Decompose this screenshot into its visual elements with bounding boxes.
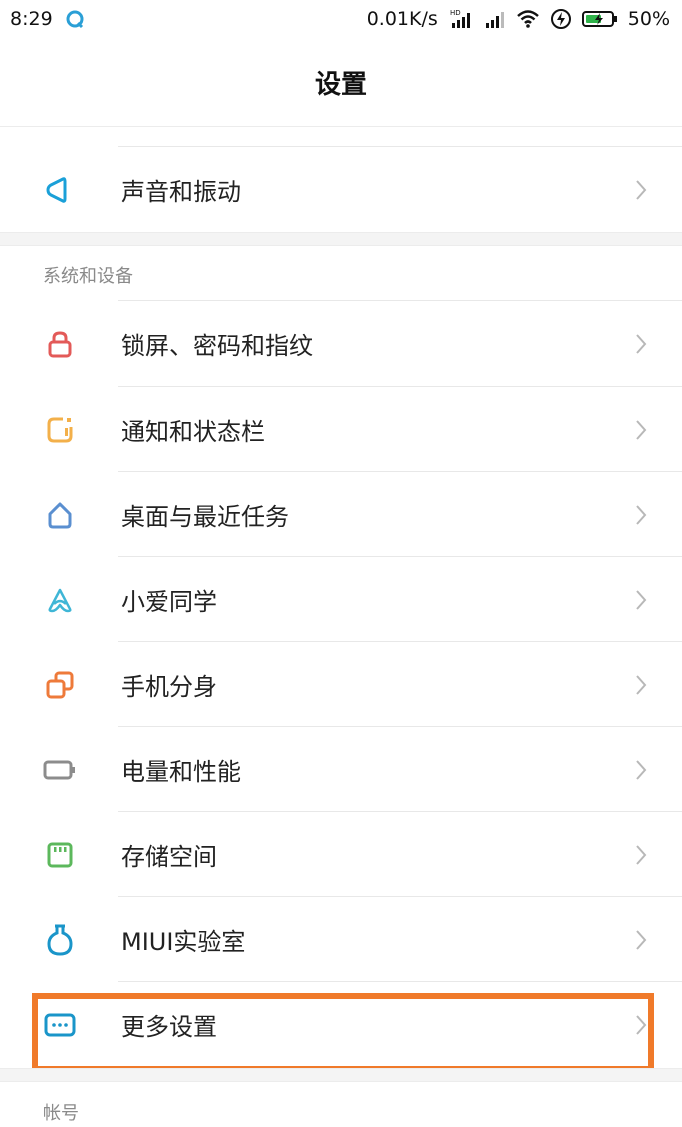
lab-icon xyxy=(43,923,77,957)
more-icon xyxy=(43,1008,77,1042)
settings-item-xiaoai[interactable]: 小爱同学 xyxy=(0,557,682,642)
signal-icon xyxy=(484,9,506,29)
settings-item-miui-lab[interactable]: MIUI实验室 xyxy=(0,897,682,982)
chevron-right-icon xyxy=(630,179,652,201)
settings-item-notifications[interactable]: 通知和状态栏 xyxy=(0,387,682,472)
status-bar: 8:29 0.01K/s HD 50% xyxy=(0,0,682,38)
settings-item-label: 电量和性能 xyxy=(121,758,241,786)
storage-icon xyxy=(43,838,77,872)
section-header-system: 系统和设备 xyxy=(43,266,133,287)
svg-text:HD: HD xyxy=(450,9,461,17)
section-header-account: 帐号 xyxy=(43,1103,79,1124)
settings-item-label: 锁屏、密码和指纹 xyxy=(121,332,313,360)
settings-item-label: MIUI实验室 xyxy=(121,928,246,956)
app-notification-icon xyxy=(65,9,85,29)
settings-item-label: 手机分身 xyxy=(121,673,217,701)
settings-item-label: 更多设置 xyxy=(121,1013,217,1041)
settings-item-label: 声音和振动 xyxy=(121,178,241,206)
battery-percent: 50% xyxy=(627,8,670,30)
power-save-icon xyxy=(550,8,572,30)
settings-item-label: 通知和状态栏 xyxy=(121,418,265,446)
second-space-icon xyxy=(43,668,77,702)
settings-item-second-space[interactable]: 手机分身 xyxy=(0,642,682,727)
settings-item-label: 小爱同学 xyxy=(121,588,217,616)
chevron-right-icon xyxy=(630,929,652,951)
chevron-right-icon xyxy=(630,1014,652,1036)
chevron-right-icon xyxy=(630,504,652,526)
chevron-right-icon xyxy=(630,674,652,696)
settings-item-storage[interactable]: 存储空间 xyxy=(0,812,682,897)
header: 设置 xyxy=(0,38,682,127)
notification-icon xyxy=(43,413,77,447)
settings-item-lockscreen[interactable]: 锁屏、密码和指纹 xyxy=(0,301,682,386)
settings-item-label: 桌面与最近任务 xyxy=(121,503,289,531)
chevron-right-icon xyxy=(630,759,652,781)
section-separator xyxy=(0,232,682,246)
chevron-right-icon xyxy=(630,589,652,611)
lock-icon xyxy=(43,327,77,361)
chevron-right-icon xyxy=(630,419,652,441)
section-separator xyxy=(0,1068,682,1082)
clock: 8:29 xyxy=(10,8,53,30)
wifi-icon xyxy=(516,9,540,29)
battery-status-icon xyxy=(581,9,618,29)
home-icon xyxy=(43,498,77,532)
network-speed: 0.01K/s xyxy=(366,8,438,30)
signal-hd-icon: HD xyxy=(448,8,474,30)
chevron-right-icon xyxy=(630,333,652,355)
battery-icon xyxy=(43,753,77,787)
settings-item-more-settings[interactable]: 更多设置 xyxy=(0,982,682,1067)
settings-item-label: 存储空间 xyxy=(121,843,217,871)
xiaoai-icon xyxy=(43,583,77,617)
settings-item-sound[interactable]: 声音和振动 xyxy=(0,147,682,232)
settings-item-battery[interactable]: 电量和性能 xyxy=(0,727,682,812)
settings-item-home-screen[interactable]: 桌面与最近任务 xyxy=(0,472,682,557)
page-title: 设置 xyxy=(314,69,367,100)
sound-icon xyxy=(43,173,77,207)
chevron-right-icon xyxy=(630,844,652,866)
